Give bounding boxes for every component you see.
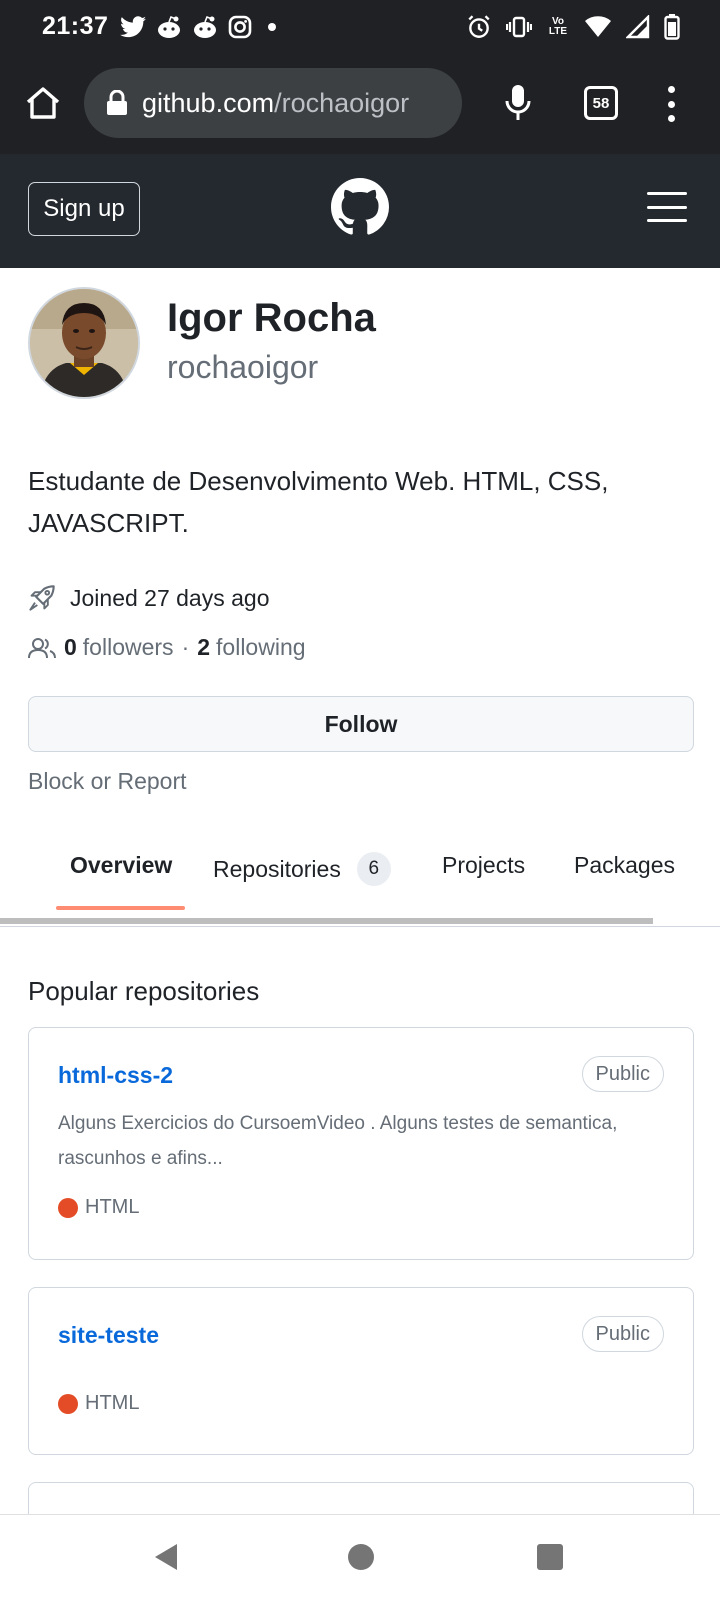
tabs-scrollbar[interactable] <box>0 918 653 924</box>
avatar-photo <box>30 289 138 397</box>
language-label: HTML <box>85 1196 140 1218</box>
tab-packages[interactable]: Packages <box>574 852 675 879</box>
alarm-icon <box>468 15 490 38</box>
repo-card: site-teste Public HTML <box>28 1287 694 1455</box>
profile-username: rochaoigor <box>167 349 319 385</box>
tab-repositories-label: Repositories <box>213 855 341 882</box>
people-icon <box>28 637 56 658</box>
reddit-icon <box>194 15 216 38</box>
visibility-badge: Public <box>581 1056 664 1092</box>
tab-projects-label: Projects <box>442 852 526 878</box>
repo-name-link[interactable]: site-teste <box>58 1322 159 1349</box>
language-color-dot <box>58 1393 78 1414</box>
volte-icon: Vo LTE <box>548 16 568 37</box>
signal-icon <box>626 15 650 39</box>
followers-link[interactable]: followers <box>83 634 174 661</box>
wifi-icon <box>585 16 611 37</box>
recents-icon[interactable] <box>537 1544 563 1570</box>
tab-packages-label: Packages <box>574 852 676 878</box>
system-status-icons: Vo LTE <box>466 12 680 42</box>
twitter-icon <box>120 16 146 38</box>
repo-language: HTML <box>58 1196 139 1219</box>
hamburger-line <box>647 192 687 195</box>
hamburger-menu-button[interactable] <box>647 192 687 222</box>
sign-up-button[interactable]: Sign up <box>28 182 140 236</box>
address-bar[interactable]: github.com/rochaoigor <box>84 68 462 138</box>
following-link[interactable]: following <box>216 634 306 661</box>
home-nav-icon[interactable] <box>348 1544 374 1570</box>
following-count[interactable]: 2 <box>197 634 210 661</box>
hamburger-line <box>647 205 687 209</box>
tabs-divider <box>0 926 720 927</box>
browser-toolbar: github.com/rochaoigor 58 <box>0 56 720 154</box>
joined-text: Joined 27 days ago <box>70 584 270 611</box>
block-or-report-link[interactable]: Block or Report <box>28 768 187 795</box>
repo-language: HTML <box>58 1392 139 1415</box>
active-tab-indicator <box>56 906 185 910</box>
popular-repositories-heading: Popular repositories <box>28 976 260 1006</box>
dot-icon <box>268 23 276 31</box>
tab-overview[interactable]: Overview <box>70 852 172 879</box>
browser-menu-button[interactable] <box>664 84 678 124</box>
language-label: HTML <box>85 1392 140 1414</box>
avatar[interactable] <box>28 287 140 399</box>
menu-dot <box>667 86 675 93</box>
separator-dot: · <box>181 634 190 660</box>
lock-icon <box>106 90 128 116</box>
status-time: 21:37 <box>42 12 109 40</box>
hamburger-line <box>647 219 687 222</box>
language-color-dot <box>58 1197 78 1218</box>
system-navigation-bar <box>0 1514 720 1600</box>
repo-name-link[interactable]: html-css-2 <box>58 1062 173 1089</box>
profile-full-name: Igor Rocha <box>167 296 376 340</box>
notification-icons <box>120 12 282 42</box>
home-icon <box>26 87 60 119</box>
status-bar: 21:37 Vo LTE <box>0 0 720 56</box>
profile-bio: Estudante de Desenvolvimento Web. HTML, … <box>28 466 609 538</box>
instagram-icon <box>228 15 252 39</box>
back-icon[interactable] <box>153 1542 179 1572</box>
home-button[interactable] <box>22 82 64 124</box>
menu-dot <box>667 115 675 122</box>
joined-date: Joined 27 days ago <box>28 584 270 612</box>
followers-row: 0 followers · 2 following <box>28 634 306 661</box>
microphone-icon <box>505 85 531 120</box>
menu-dot <box>667 100 675 108</box>
followers-count[interactable]: 0 <box>64 634 77 661</box>
url-text: github.com/rochaoigor <box>142 88 409 119</box>
tab-switcher-button[interactable]: 58 <box>584 86 618 120</box>
rocket-icon <box>29 585 55 611</box>
url-path: /rochaoigor <box>274 87 410 118</box>
repo-description: Alguns Exercicios do CursoemVideo . Algu… <box>58 1113 618 1169</box>
repositories-counter: 6 <box>356 852 391 886</box>
reddit-icon <box>158 15 180 38</box>
github-header: Sign up <box>0 154 720 268</box>
tab-overview-label: Overview <box>70 852 173 878</box>
repo-card: html-css-2 Public Alguns Exercicios do C… <box>28 1027 694 1260</box>
tab-repositories[interactable]: Repositories 6 <box>213 852 391 886</box>
visibility-badge: Public <box>581 1316 664 1352</box>
github-logo-icon[interactable] <box>331 178 389 236</box>
battery-icon <box>664 14 680 40</box>
follow-button[interactable]: Follow <box>28 696 694 752</box>
url-host: github.com <box>142 87 275 118</box>
tab-projects[interactable]: Projects <box>442 852 525 879</box>
voice-search-button[interactable] <box>500 80 536 126</box>
profile-tabs: Overview Repositories 6 Projects Package… <box>0 840 720 927</box>
vibrate-icon <box>506 16 532 38</box>
